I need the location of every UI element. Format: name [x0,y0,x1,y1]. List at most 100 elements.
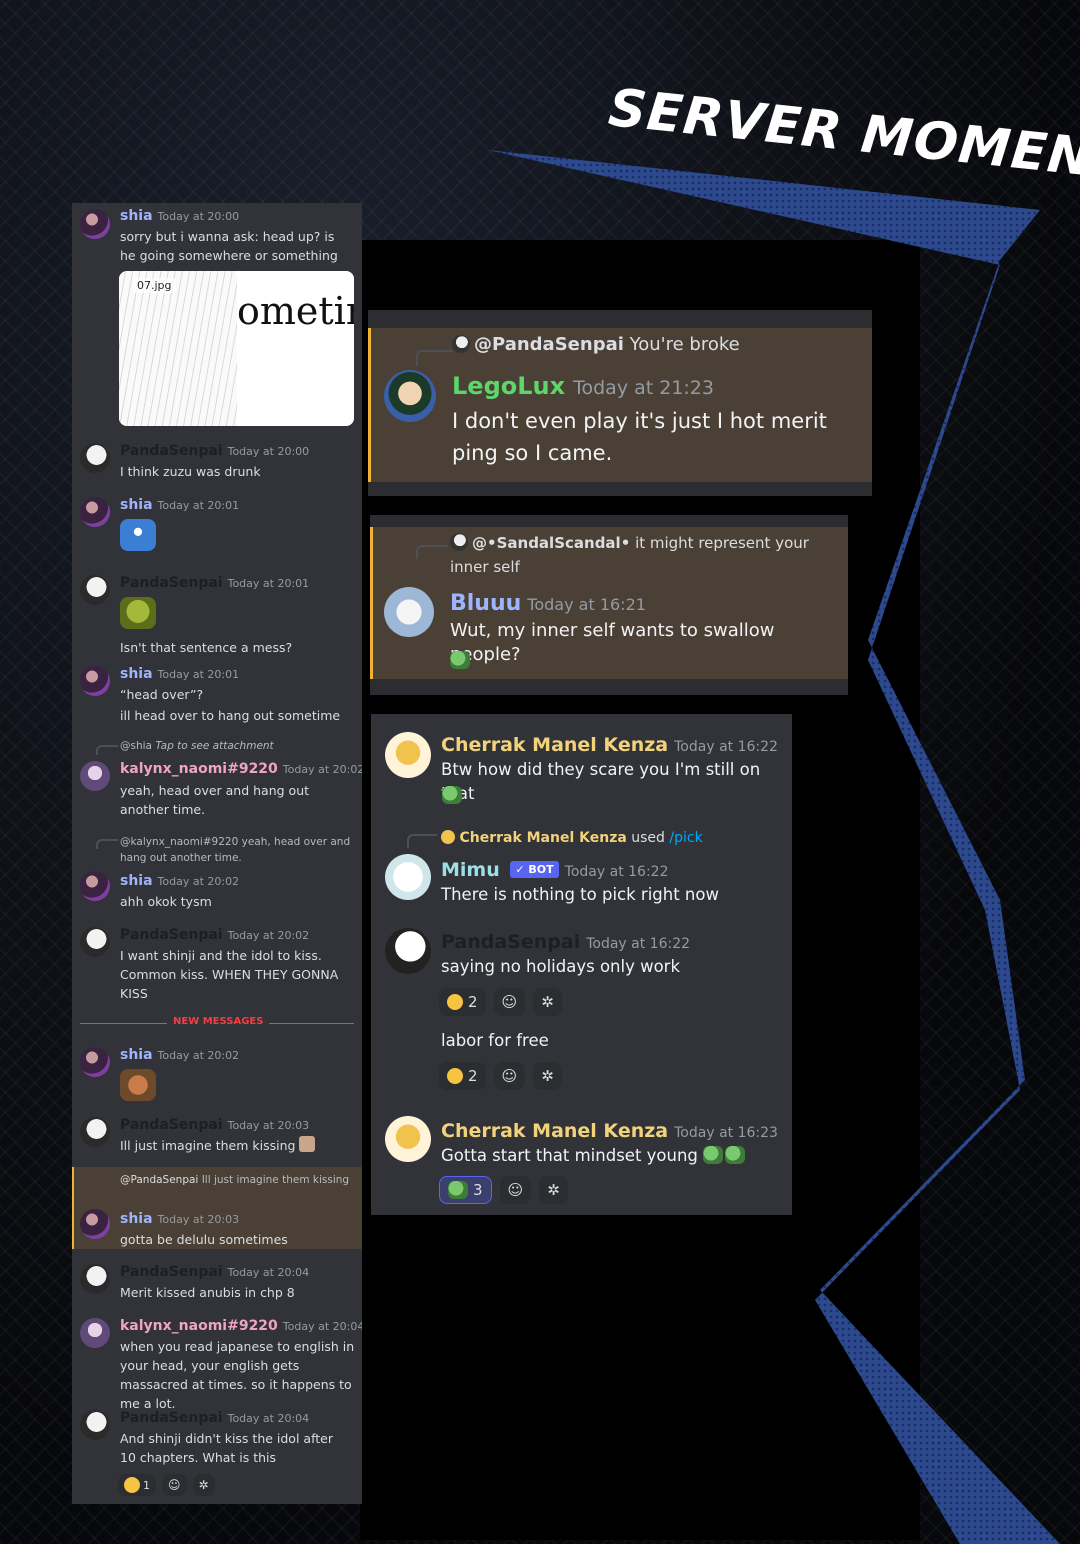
avatar[interactable] [80,666,110,696]
message-text: gotta be delulu sometimes [120,1232,288,1247]
avatar[interactable] [80,1410,110,1440]
username[interactable]: shia Today at 20:01 [120,497,239,513]
add-reaction-button[interactable]: ☺ [499,1176,532,1204]
username[interactable]: shia Today at 20:03 [120,1211,239,1227]
add-reaction-button[interactable]: ☺ [493,988,526,1016]
laughing-emoji-icon [447,994,463,1010]
avatar[interactable] [384,587,434,637]
attachment-caption: ometin [237,271,354,426]
username[interactable]: PandaSenpai Today at 20:03 [120,1117,309,1133]
add-super-reaction-button[interactable]: ✲ [533,1062,562,1090]
message-text: ahh okok tysm [120,894,212,909]
avatar[interactable] [80,1264,110,1294]
add-reaction-icon: ☺ [507,1181,524,1199]
add-super-reaction-button[interactable]: ✲ [192,1474,215,1496]
reply-preview[interactable]: @•SandalScandal• it might represent your… [450,531,840,579]
laughing-emoji-icon [447,1068,463,1084]
username[interactable]: LegoLux Today at 21:23 [452,372,714,400]
username[interactable]: Cherrak Manel Kenza Today at 16:23 [441,1120,778,1142]
add-reaction-button[interactable]: ☺ [493,1062,526,1090]
custom-emoji[interactable] [120,1069,156,1101]
avatar [441,830,455,844]
message-text: “head over”? [120,687,204,702]
reactions: 2 ☺ ✲ [439,988,562,1016]
avatar[interactable] [385,928,431,974]
pepe-emoji [442,786,462,804]
message-text: There is nothing to pick right now [441,885,719,904]
avatar[interactable] [384,370,436,422]
reactions: 3 ☺ ✲ [439,1176,568,1204]
add-reaction-icon: ☺ [501,1067,518,1085]
super-reaction-icon: ✲ [547,1181,560,1199]
avatar[interactable] [80,871,110,901]
screenshot-card-bluuu: @•SandalScandal• it might represent your… [370,515,848,695]
avatar[interactable] [80,761,110,791]
avatar[interactable] [80,1117,110,1147]
pepe-emoji [703,1146,724,1164]
username[interactable]: PandaSenpai Today at 20:00 [120,443,309,459]
add-super-reaction-button[interactable]: ✲ [533,988,562,1016]
username[interactable]: shia Today at 20:00 [120,208,239,224]
kiss-emoji [299,1136,316,1152]
manga-panel [119,271,237,426]
message-text: Btw how did they scare you I'm still on … [441,760,761,803]
left-chat-panel: shia Today at 20:00 sorry but i wanna ask… [72,203,362,1504]
message-text: Ill just imagine them kissing [120,1136,352,1155]
custom-emoji[interactable] [120,519,156,551]
username[interactable]: Cherrak Manel Kenza Today at 16:22 [441,734,778,756]
reply-connector [96,745,118,755]
username[interactable]: PandaSenpai Today at 20:02 [120,927,309,943]
message-text: sorry but i wanna ask: head up? is he go… [120,229,338,263]
message-text: Gotta start that mindset young [441,1144,786,1168]
reply-preview[interactable]: @PandaSenpai You're broke [452,334,740,355]
pepe-emoji [450,651,470,669]
avatar[interactable] [80,1047,110,1077]
avatar[interactable] [80,1318,110,1348]
avatar[interactable] [385,732,431,778]
reaction-cry[interactable]: 1 [118,1474,156,1496]
username[interactable]: kalynx_naomi#9220 Today at 20:04 [120,1318,362,1334]
reply-preview[interactable]: @kalynx_naomi#9220 yeah, head over and h… [120,834,358,866]
reply-connector [96,839,118,849]
screenshot-card-cherrak: Cherrak Manel Kenza Today at 16:22 Btw ho… [371,714,792,1215]
image-attachment[interactable]: ometin 07.jpg [119,271,354,426]
message-text: when you read japanese to english in you… [120,1339,355,1411]
username[interactable]: PandaSenpai Today at 20:04 [120,1264,309,1280]
avatar[interactable] [80,1209,110,1239]
username[interactable]: shia Today at 20:01 [120,666,239,682]
reactions: 1 ☺ ✲ [118,1474,215,1496]
message-text: Wut, my inner self wants to swallow peop… [450,620,775,665]
avatar[interactable] [80,497,110,527]
reply-preview[interactable]: @PandaSenpai Ill just imagine them kissi… [120,1171,358,1189]
reaction-laugh[interactable]: 2 [439,988,486,1016]
pepe-emoji [725,1146,746,1164]
reactions: 2 ☺ ✲ [439,1062,562,1090]
add-reaction-icon: ☺ [501,993,518,1011]
avatar[interactable] [385,1116,431,1162]
avatar[interactable] [80,209,110,239]
username[interactable]: Mimu ✓ BOT Today at 16:22 [441,859,668,881]
message-text: Isn't that sentence a mess? [120,640,293,655]
shrek-emoji[interactable] [120,597,156,629]
message-text: I think zuzu was drunk [120,464,261,479]
message-text: yeah, head over and hang out another tim… [120,783,310,817]
avatar[interactable] [80,927,110,957]
username[interactable]: PandaSenpai Today at 20:01 [120,575,309,591]
username[interactable]: kalynx_naomi#9220 Today at 20:02 [120,761,362,777]
avatar[interactable] [385,854,431,900]
add-reaction-button[interactable]: ☺ [162,1474,187,1496]
avatar[interactable] [80,575,110,605]
reply-preview[interactable]: @shia Tap to see attachment [120,740,274,752]
reaction-laugh[interactable]: 2 [439,1062,486,1090]
add-super-reaction-button[interactable]: ✲ [539,1176,568,1204]
username[interactable]: PandaSenpai Today at 20:04 [120,1410,309,1426]
avatar[interactable] [80,443,110,473]
username[interactable]: shia Today at 20:02 [120,873,239,889]
username[interactable]: PandaSenpai Today at 16:22 [441,931,690,953]
username[interactable]: Bluuu Today at 16:21 [450,591,646,616]
username[interactable]: shia Today at 20:02 [120,1047,239,1063]
command-preview[interactable]: Cherrak Manel Kenza used /pick [441,826,703,850]
super-reaction-icon: ✲ [541,1067,554,1085]
reaction-pepe[interactable]: 3 [439,1176,492,1204]
message-text: saying no holidays only work [441,957,681,976]
